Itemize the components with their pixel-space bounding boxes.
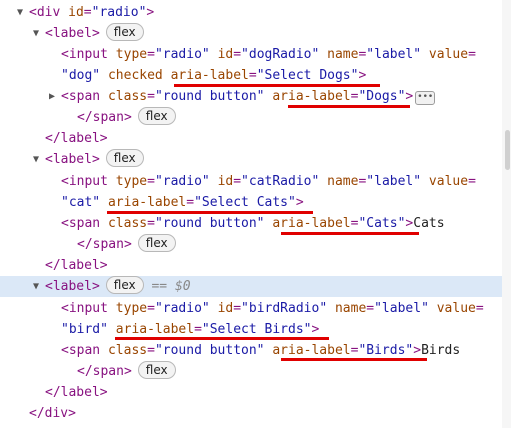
red-underline (115, 337, 329, 340)
aria-label-attr: aria-label (170, 68, 249, 83)
dom-node-span-close[interactable]: </span> flex (0, 107, 502, 128)
dom-node-div-close[interactable]: </div> (0, 403, 502, 424)
scrollbar[interactable] (502, 0, 511, 428)
dom-node-label-close[interactable]: </label> (0, 382, 502, 403)
tag-name: <label> (45, 26, 100, 41)
red-underline (281, 358, 427, 361)
triangle-down-icon[interactable]: ▼ (30, 276, 42, 297)
red-underline (288, 105, 410, 108)
dom-node-input-cat-cont[interactable]: "cat" aria-label="Select Cats"> (0, 192, 502, 213)
dom-node-label-close[interactable]: </label> (0, 128, 502, 149)
red-underline (281, 232, 419, 235)
dom-node-span-dogs[interactable]: ▶ <span class="round button" aria-label=… (0, 86, 502, 107)
text-node: Birds (421, 343, 461, 358)
attr-value: "radio" (91, 5, 147, 20)
console-ref: == $0 (151, 279, 191, 294)
dom-node-div-radio[interactable]: ▼ <div id="radio"> (0, 2, 502, 23)
triangle-right-icon[interactable]: ▶ (46, 86, 58, 107)
flex-badge[interactable]: flex (137, 361, 176, 379)
ellipsis-icon[interactable]: ••• (415, 91, 436, 105)
aria-label-value: "Select Cats" (194, 195, 296, 210)
dom-node-input-dog-cont[interactable]: "dog" checked aria-label="Select Dogs"> (0, 65, 502, 86)
dom-node-input-dog[interactable]: <input type="radio" id="dogRadio" name="… (0, 44, 502, 65)
aria-label-attr: aria-label (107, 195, 187, 210)
aria-label-attr: aria-label (272, 216, 351, 231)
dom-node-input-cat[interactable]: <input type="radio" id="catRadio" name="… (0, 171, 502, 192)
flex-badge[interactable]: flex (105, 23, 144, 41)
dom-node-label-bird-selected[interactable]: ▼ <label> flex == $0 (0, 276, 502, 297)
tag-name: <div (29, 5, 61, 20)
flex-badge[interactable]: flex (137, 107, 176, 125)
aria-label-attr: aria-label (115, 322, 195, 337)
text-node: Cats (413, 216, 445, 231)
triangle-down-icon[interactable]: ▼ (14, 2, 26, 23)
aria-label-value: "Dogs" (358, 89, 406, 104)
aria-label-value: "Cats" (358, 216, 406, 231)
flex-badge[interactable]: flex (137, 234, 176, 252)
dom-node-label-cat[interactable]: ▼ <label> flex (0, 149, 502, 170)
attr-name: id (68, 5, 84, 20)
red-underline (174, 84, 380, 87)
aria-label-attr: aria-label (272, 343, 351, 358)
dom-node-span-close[interactable]: </span> flex (0, 361, 502, 382)
flex-badge[interactable]: flex (105, 149, 144, 167)
dom-node-span-close[interactable]: </span> flex (0, 234, 502, 255)
aria-label-value: "Select Dogs" (256, 68, 359, 83)
aria-label-value: "Select Birds" (201, 322, 312, 337)
aria-label-value: "Birds" (358, 343, 414, 358)
dom-node-span-cats[interactable]: <span class="round button" aria-label="C… (0, 213, 502, 234)
triangle-down-icon[interactable]: ▼ (30, 149, 42, 170)
triangle-down-icon[interactable]: ▼ (30, 23, 42, 44)
flex-badge[interactable]: flex (105, 276, 144, 294)
aria-label-attr: aria-label (272, 89, 351, 104)
dom-node-input-bird[interactable]: <input type="radio" id="birdRadio" name=… (0, 298, 502, 319)
red-underline (107, 211, 313, 214)
scrollbar-thumb[interactable] (505, 130, 510, 170)
dom-node-label-close[interactable]: </label> (0, 255, 502, 276)
dom-node-label-dog[interactable]: ▼ <label> flex (0, 23, 502, 44)
